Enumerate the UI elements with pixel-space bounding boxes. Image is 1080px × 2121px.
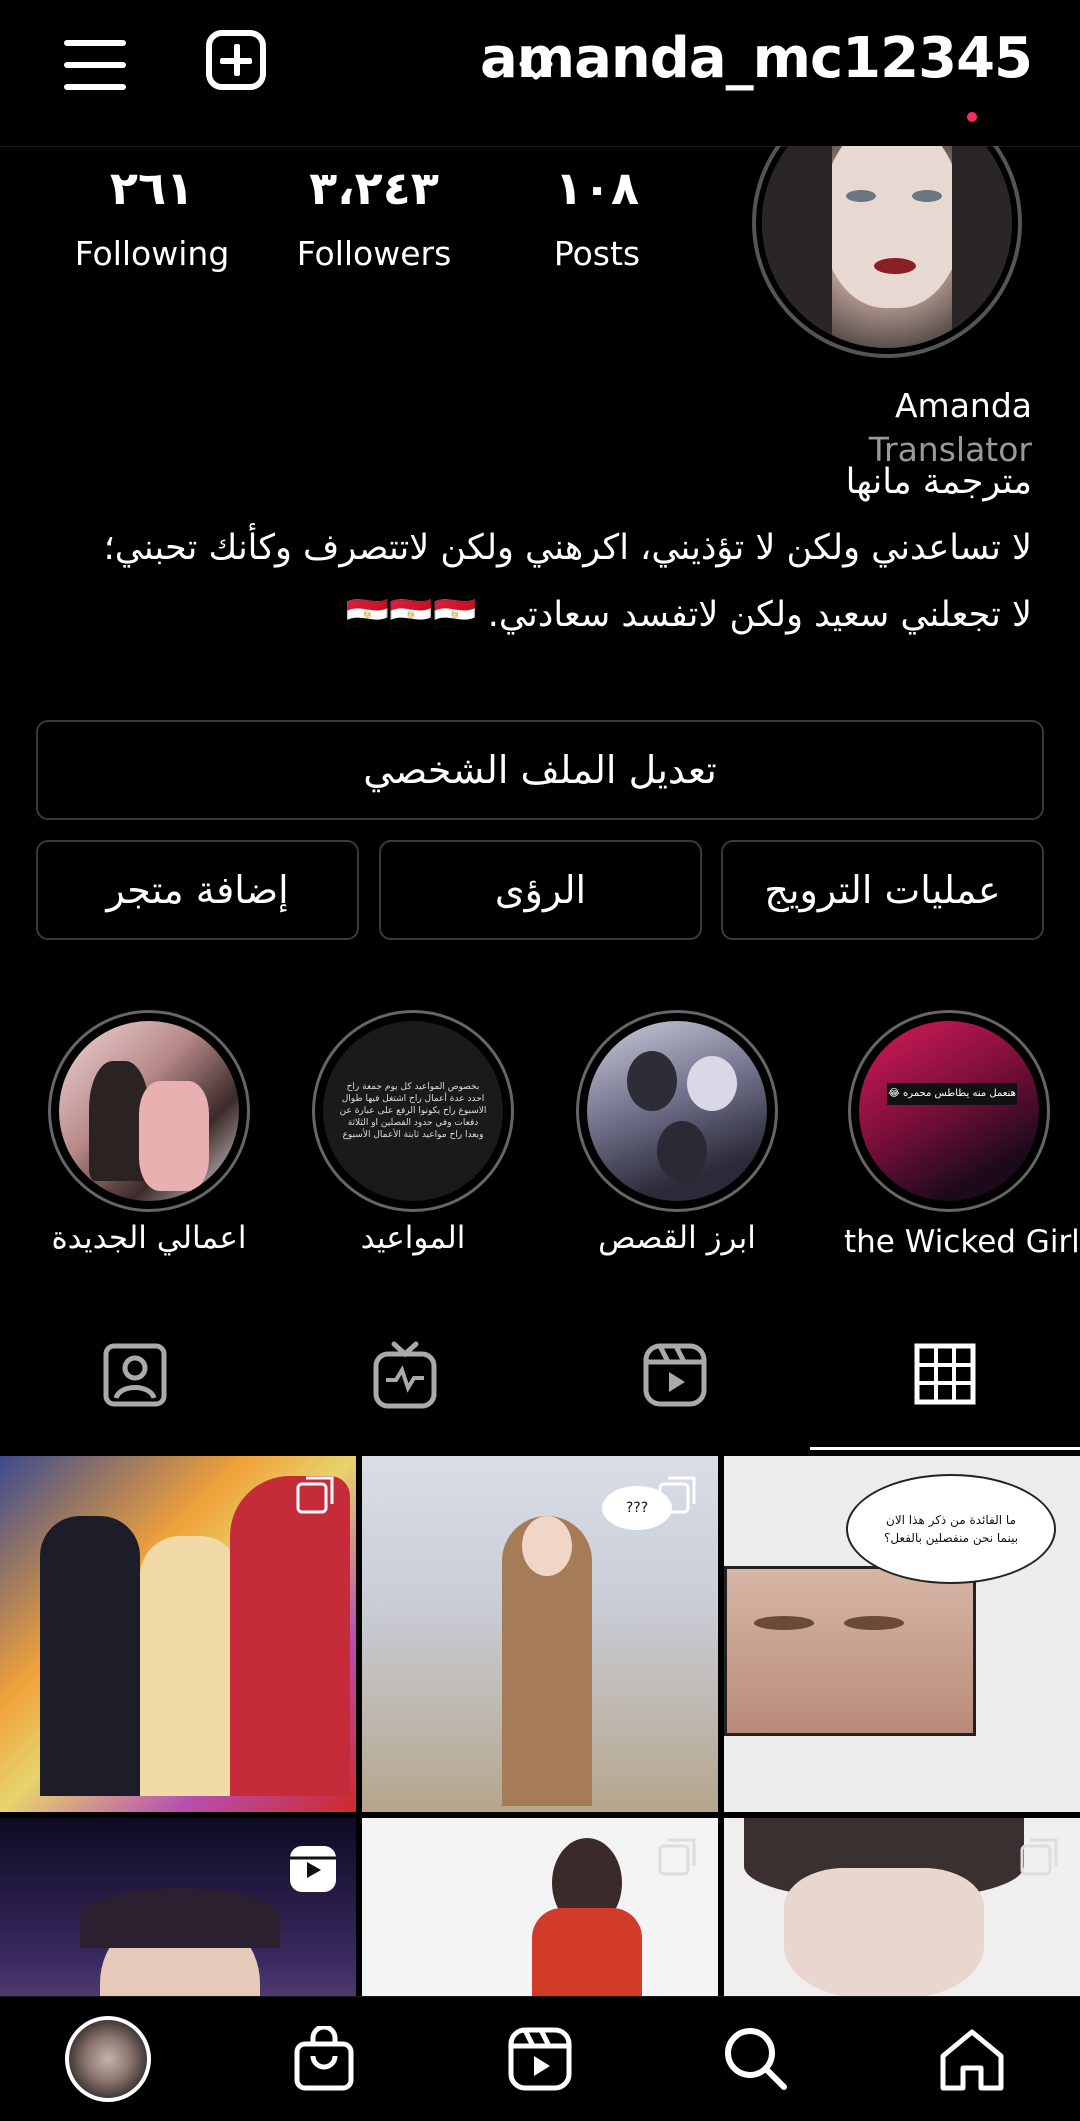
- nav-profile[interactable]: [0, 1997, 216, 2121]
- carousel-icon: [658, 1838, 696, 1876]
- bio-line-3: لا تجعلني سعيد ولكن لاتفسد سعادتي. 🇪🇬🇪🇬🇪…: [345, 595, 1032, 635]
- igtv-icon: [373, 1341, 437, 1409]
- following-count: ٢٦١: [109, 161, 195, 215]
- tab-reels[interactable]: [540, 1300, 810, 1450]
- add-shop-button[interactable]: إضافة متجر: [36, 840, 359, 940]
- create-plus-icon[interactable]: [206, 30, 266, 90]
- post-thumbnail[interactable]: [0, 1456, 356, 1812]
- profile-avatar: [65, 2016, 151, 2102]
- shop-icon: [294, 2026, 354, 2091]
- post-thumbnail[interactable]: ما الفائدة من ذكر هذا الان بينما نحن منف…: [724, 1456, 1080, 1812]
- highlight-label: المواعيد: [360, 1220, 466, 1256]
- bio-line-2: لا تساعدني ولكن لا تؤذيني، اكرهني ولكن ل…: [103, 528, 1032, 568]
- highlight-label: اعمالي الجديدة: [51, 1220, 247, 1256]
- edit-profile-button[interactable]: تعديل الملف الشخصي: [36, 720, 1044, 820]
- highlight-label: the Wicked Girl: [844, 1224, 1080, 1260]
- followers-stat[interactable]: ٣،٢٤٣ Followers: [274, 160, 474, 274]
- highlight-wicked-girl[interactable]: هنعمل منه يطاطس محمره 😂 the Wicked Girl: [844, 1010, 1080, 1260]
- top-bar: amanda_mc12345: [0, 0, 1080, 147]
- nav-home[interactable]: [864, 112, 1080, 2121]
- notification-dot: [967, 112, 977, 122]
- highlight-label: ابرز القصص: [598, 1220, 756, 1256]
- followers-count: ٣،٢٤٣: [309, 161, 439, 215]
- posts-count: ١٠٨: [554, 161, 640, 215]
- insights-button[interactable]: الرؤى: [379, 840, 702, 940]
- highlight-new-works[interactable]: اعمالي الجديدة: [44, 1010, 254, 1256]
- schedule-note-text: بخصوص المواعيد كل يوم جمعة راح احدد عدة …: [339, 1082, 487, 1140]
- post-thumbnail[interactable]: [724, 1818, 1080, 1996]
- profile-name: Amanda: [894, 386, 1032, 425]
- post-thumbnail[interactable]: ???: [362, 1456, 718, 1812]
- posts-grid: ??? ما الفائدة من ذكر هذا الان بينما نحن…: [0, 1456, 1080, 1996]
- profile-avatar[interactable]: [752, 146, 1030, 366]
- menu-icon[interactable]: [64, 36, 128, 90]
- posts-stat[interactable]: ١٠٨ Posts: [497, 160, 697, 274]
- speech-bubble-line-1: ما الفائدة من ذكر هذا الان: [886, 1513, 1016, 1527]
- tab-grid[interactable]: [810, 1300, 1080, 1450]
- nav-shop[interactable]: [216, 1997, 432, 2121]
- following-label: Following: [74, 234, 230, 273]
- tab-tagged[interactable]: [0, 1300, 270, 1450]
- grid-icon: [914, 1343, 976, 1404]
- post-thumbnail[interactable]: [362, 1818, 718, 1996]
- speech-bubble-line-2: بينما نحن منفصلين بالفعل؟: [883, 1531, 1019, 1545]
- post-thumbnail[interactable]: [0, 1818, 356, 1996]
- reel-icon: [290, 1846, 336, 1892]
- tab-igtv[interactable]: [270, 1300, 540, 1450]
- home-icon: [940, 2029, 1004, 2091]
- nav-search[interactable]: [648, 1997, 864, 2121]
- carousel-icon: [658, 1476, 696, 1514]
- tagged-icon: [103, 1343, 167, 1407]
- reels-icon: [643, 1343, 707, 1407]
- following-stat[interactable]: ٢٦١ Following: [52, 160, 252, 274]
- highlight-schedule[interactable]: بخصوص المواعيد كل يوم جمعة راح احدد عدة …: [308, 1010, 518, 1256]
- reels-icon: [508, 2027, 572, 2091]
- bottom-navigation: [0, 112, 1080, 2121]
- promotions-button[interactable]: عمليات الترويج: [721, 840, 1044, 940]
- bio-line-1: مترجمة مانها: [845, 462, 1032, 502]
- carousel-icon: [1020, 1838, 1058, 1876]
- search-icon: [725, 2028, 787, 2090]
- posts-label: Posts: [553, 234, 641, 273]
- carousel-icon: [296, 1476, 334, 1514]
- highlight-top-stories[interactable]: ابرز القصص: [572, 1010, 782, 1256]
- account-username[interactable]: amanda_mc12345: [480, 26, 1033, 91]
- nav-reels[interactable]: [432, 1997, 648, 2121]
- profile-tabs: [0, 1300, 1080, 1450]
- followers-label: Followers: [296, 234, 452, 273]
- wicked-caption: هنعمل منه يطاطس محمره 😂: [887, 1083, 1017, 1105]
